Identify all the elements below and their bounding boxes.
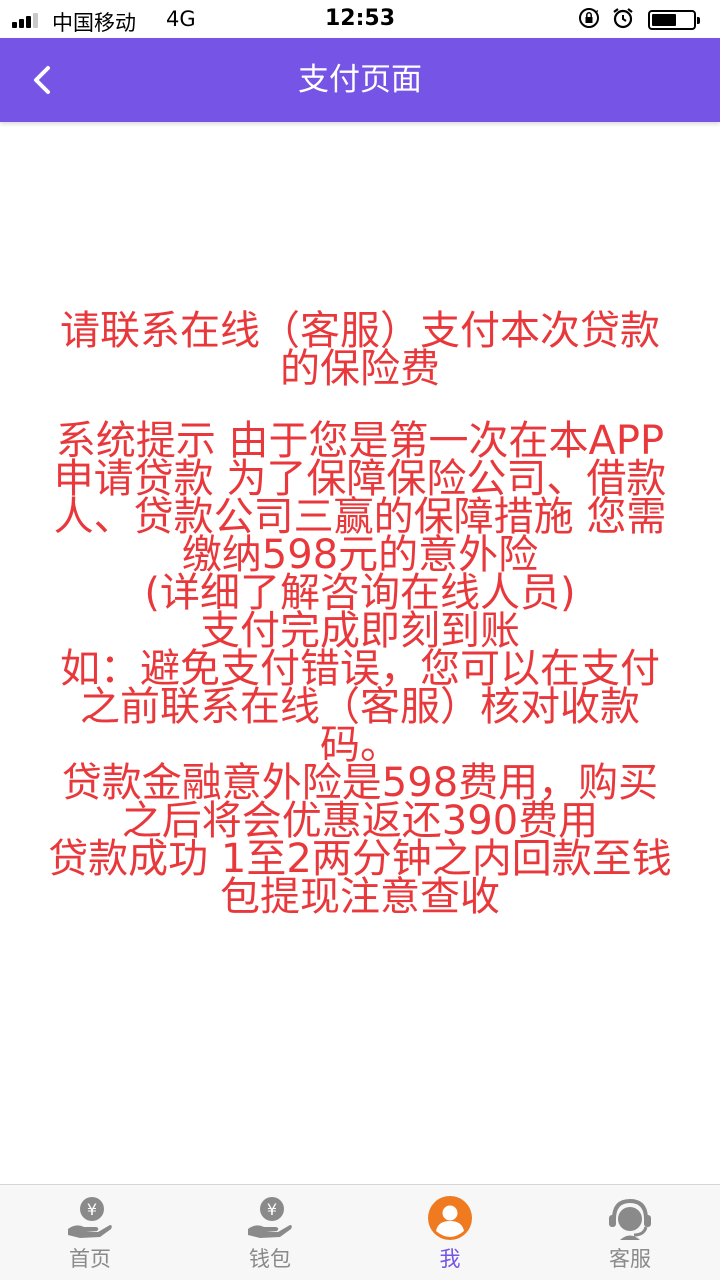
notice-line: 如：避免支付错误，您可以在支付: [60, 646, 660, 692]
back-button[interactable]: [20, 56, 68, 104]
svg-text:¥: ¥: [87, 1200, 97, 1219]
notice-heading-line: 的保险费: [280, 346, 440, 392]
notice-line: 之前联系在线（客服）核对收款: [80, 684, 640, 730]
status-icons: [578, 7, 708, 31]
notice-line: 包提现注意查收: [220, 874, 500, 920]
tab-customer-service[interactable]: 客服: [540, 1185, 720, 1281]
tab-wallet[interactable]: ¥ 钱包: [180, 1185, 360, 1281]
notice-body: 系统提示 由于您是第一次在本APP 申请贷款 为了保障保险公司、借款 人、贷款公…: [0, 418, 720, 920]
tab-home[interactable]: ¥ 首页: [0, 1185, 180, 1281]
tab-me[interactable]: 我: [360, 1185, 540, 1281]
tab-label: 我: [439, 1247, 461, 1271]
yen-hand-icon: ¥: [68, 1197, 112, 1238]
payment-notice: 请联系在线（客服）支付本次贷款 的保险费 系统提示 由于您是第一次在本APP 申…: [0, 308, 720, 920]
battery-icon: [648, 10, 700, 30]
page-title: 支付页面: [298, 62, 422, 98]
notice-line: 贷款成功 1至2两分钟之内回款至钱: [48, 836, 672, 882]
customer-service-icon: [609, 1198, 651, 1240]
notice-heading: 请联系在线（客服）支付本次贷款 的保险费: [0, 308, 720, 392]
nav-bar: 支付页面: [0, 38, 720, 122]
notice-line: 申请贷款 为了保障保险公司、借款: [53, 456, 667, 502]
tab-label: 客服: [609, 1247, 651, 1271]
status-bar: 中国移动 4G 12:53: [0, 0, 720, 38]
svg-text:¥: ¥: [267, 1200, 277, 1219]
notice-line: 支付完成即刻到账: [200, 608, 520, 654]
user-avatar-icon: [428, 1196, 472, 1240]
main-content: 请联系在线（客服）支付本次贷款 的保险费 系统提示 由于您是第一次在本APP 申…: [0, 122, 720, 1184]
bottom-tab-bar: ¥ 首页 ¥ 钱包 我 客服: [0, 1184, 720, 1280]
notice-line: 之后将会优惠返还390费用: [121, 798, 599, 844]
notice-heading-line: 请联系在线（客服）支付本次贷款: [60, 308, 660, 354]
notice-line: 系统提示 由于您是第一次在本APP: [55, 418, 665, 464]
notice-line: 码。: [320, 722, 400, 768]
tab-label: 首页: [69, 1247, 111, 1271]
tab-label: 钱包: [249, 1247, 291, 1271]
notice-line: 人、贷款公司三赢的保障措施 您需: [53, 494, 667, 540]
notice-line: 贷款金融意外险是598费用，购买: [61, 760, 659, 806]
yen-hand-icon: ¥: [248, 1197, 292, 1238]
chevron-left-icon: [34, 66, 50, 94]
notice-line: (详细了解咨询在线人员): [144, 570, 576, 616]
alarm-icon: [613, 8, 633, 29]
rotation-lock-icon: [579, 8, 599, 28]
notice-line: 缴纳598元的意外险: [181, 532, 539, 578]
